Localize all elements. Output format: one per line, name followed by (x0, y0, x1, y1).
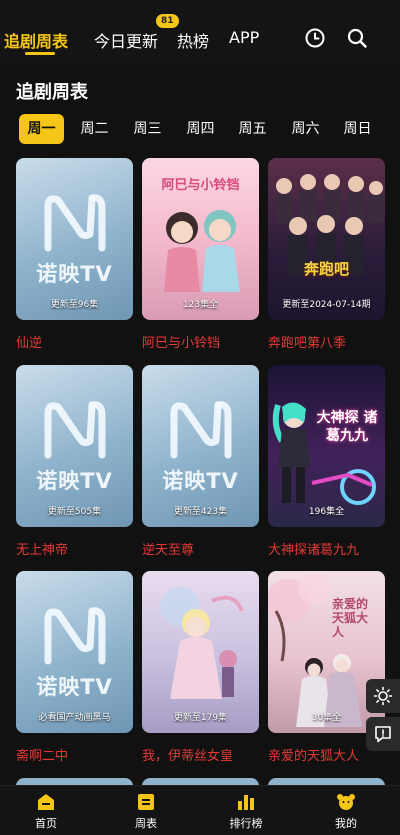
nav-tab-today-update[interactable]: 今日更新 (94, 28, 158, 52)
active-tab-indicator (25, 52, 55, 55)
logo-text: 诺映TV (36, 262, 113, 286)
show-title[interactable]: 逆天至尊 (142, 539, 272, 558)
brightness-button[interactable] (366, 679, 400, 713)
show-title[interactable]: 斋啊二中 (16, 745, 146, 764)
top-navigation: 追剧周表 今日更新 81 热榜 APP (0, 0, 400, 64)
nav-tab-app[interactable]: APP (229, 28, 259, 47)
show-poster[interactable]: 诺映TV 更新至505集 (16, 365, 133, 527)
logo-mark-icon (44, 607, 106, 665)
show-poster[interactable]: 奔跑吧 更新至2024-07-14期 (268, 158, 385, 320)
episode-status: 更新至2024-07-14期 (282, 300, 371, 310)
show-title[interactable]: 仙逆 (16, 332, 146, 351)
day-tab-sunday[interactable]: 周日 (335, 114, 380, 144)
weekday-selector: 周一 周二 周三 周四 周五 周六 周日 (16, 114, 386, 144)
show-title[interactable]: 无上神帝 (16, 539, 146, 558)
show-title[interactable]: 奔跑吧第八季 (268, 332, 398, 351)
show-poster[interactable]: 更新至179集 (142, 571, 259, 733)
logo-text: 诺映TV (36, 675, 113, 699)
chart-icon (238, 795, 254, 810)
show-poster[interactable]: 阿巳与小铃铛 123集全 (142, 158, 259, 320)
day-tab-saturday[interactable]: 周六 (283, 114, 328, 144)
bottom-tab-bar: 首页 周表 排行榜 我的 (0, 785, 400, 835)
logo-mark-icon (44, 194, 106, 252)
show-poster[interactable]: 诺映TV 更新至423集 (142, 365, 259, 527)
tab-ranking[interactable]: 排行榜 (196, 786, 296, 835)
brightness-icon (373, 686, 393, 706)
feedback-button[interactable] (366, 717, 400, 751)
tab-label: 周表 (135, 817, 157, 830)
tab-label: 我的 (335, 817, 357, 830)
show-title[interactable]: 我，伊蒂丝女皇 (142, 745, 272, 764)
day-tab-monday[interactable]: 周一 (19, 114, 64, 144)
day-tab-thursday[interactable]: 周四 (178, 114, 223, 144)
show-poster[interactable]: 诺映TV 必看国产动画黑马 (16, 571, 133, 733)
tab-profile[interactable]: 我的 (296, 786, 396, 835)
logo-text: 诺映TV (36, 469, 113, 493)
tab-schedule[interactable]: 周表 (96, 786, 196, 835)
section-title: 追剧周表 (16, 82, 88, 103)
tab-home[interactable]: 首页 (0, 786, 96, 835)
tab-label: 排行榜 (229, 817, 263, 830)
episode-status: 196集全 (308, 507, 345, 517)
episode-status: 更新至96集 (50, 300, 99, 310)
episode-status: 更新至179集 (173, 713, 228, 723)
day-tab-friday[interactable]: 周五 (230, 114, 275, 144)
show-poster[interactable]: 诺映TV 更新至96集 (16, 158, 133, 320)
nav-tab-weekly[interactable]: 追剧周表 (4, 28, 68, 52)
feedback-icon (375, 726, 391, 743)
episode-status: 更新至505集 (47, 507, 102, 517)
home-icon (38, 794, 54, 810)
poster-title-art: 奔跑吧 (303, 260, 349, 278)
show-title[interactable]: 大神探诸葛九九 (268, 539, 398, 558)
episode-status: 123集全 (182, 300, 219, 310)
show-title[interactable]: 阿巳与小铃铛 (142, 332, 272, 351)
show-poster[interactable]: 大神探 诸葛九九 196集全 (268, 365, 385, 527)
history-icon[interactable] (304, 27, 326, 49)
search-icon[interactable] (346, 27, 368, 49)
poster-illustration (164, 210, 240, 292)
poster-illustration (272, 402, 376, 505)
day-tab-wednesday[interactable]: 周三 (125, 114, 170, 144)
tab-label: 首页 (35, 817, 57, 830)
profile-icon (337, 794, 355, 810)
poster-title-art: 阿巳与小铃铛 (161, 178, 240, 193)
logo-text: 诺映TV (162, 469, 239, 493)
logo-mark-icon (170, 401, 232, 459)
poster-illustration (160, 587, 244, 699)
episode-status: 更新至423集 (173, 507, 228, 517)
day-tab-tuesday[interactable]: 周二 (72, 114, 117, 144)
logo-mark-icon (44, 401, 106, 459)
episode-status: 必看国产动画黑马 (38, 713, 111, 723)
update-count-badge: 81 (156, 14, 179, 28)
calendar-icon (138, 794, 154, 810)
nav-tab-hot[interactable]: 热榜 (177, 28, 209, 52)
